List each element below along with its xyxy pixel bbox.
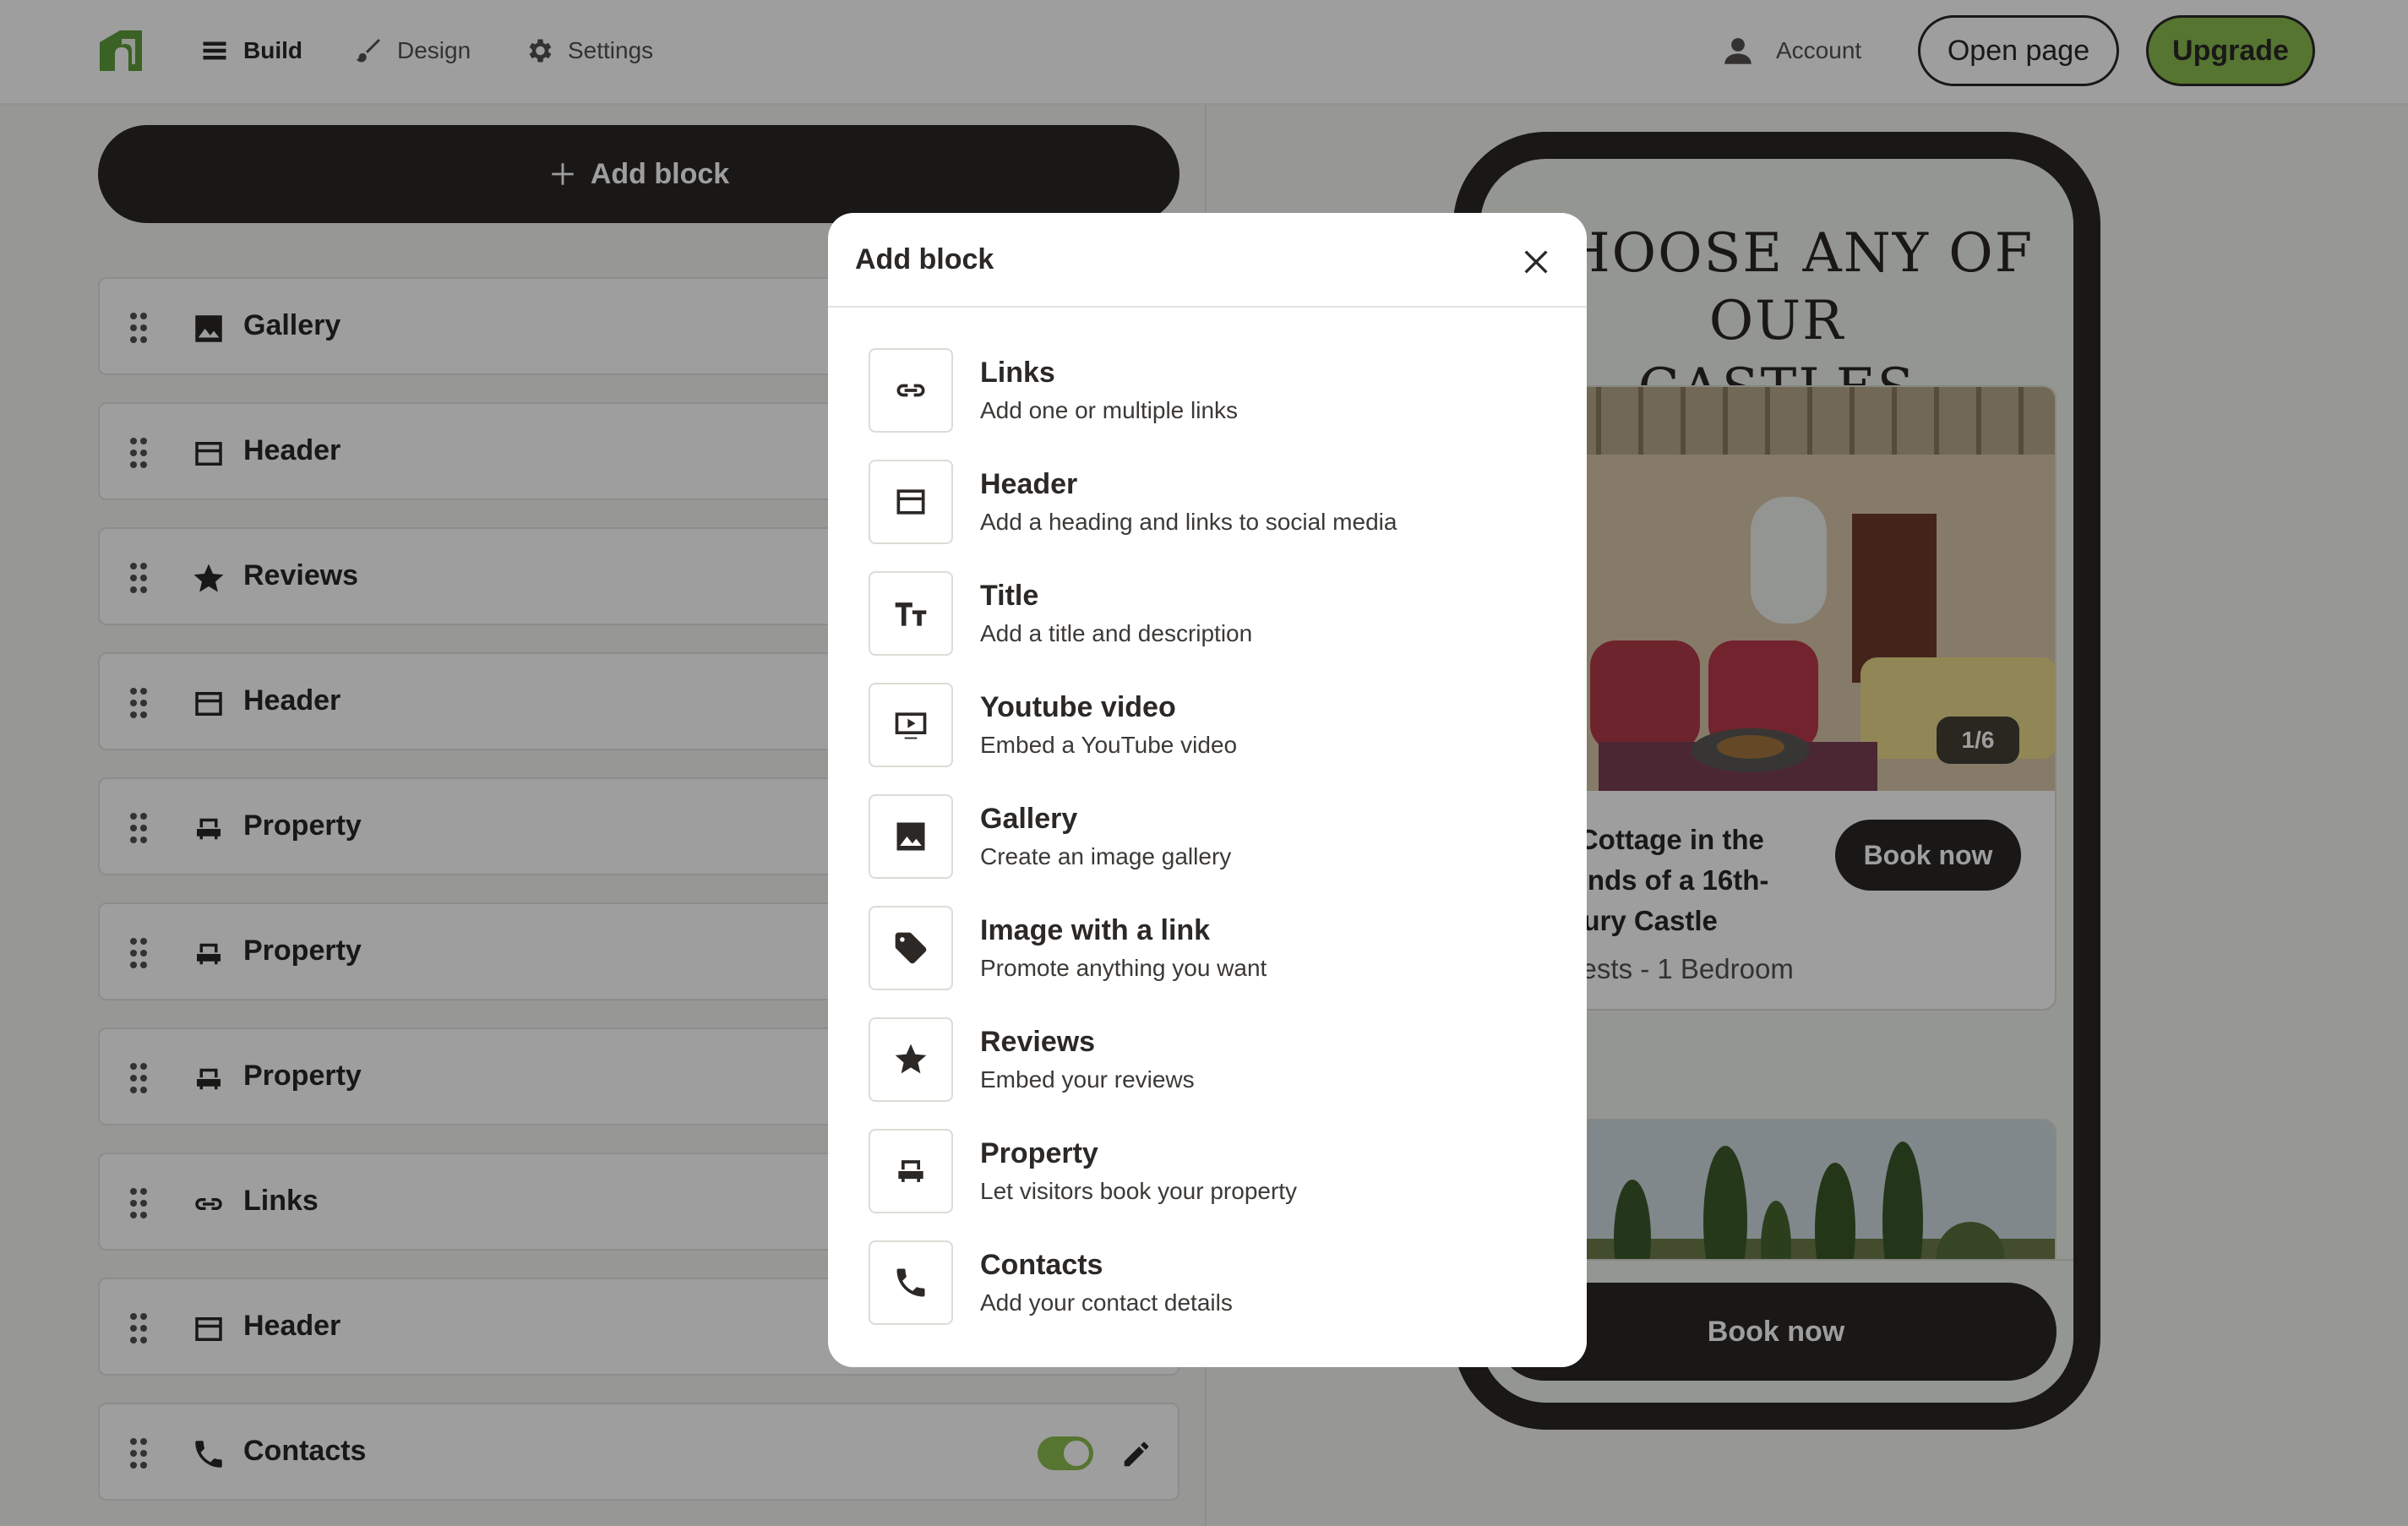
option-description: Add one or multiple links xyxy=(980,397,1239,423)
option-icon-box xyxy=(869,1240,953,1325)
option-description: Add a title and description xyxy=(980,620,1253,646)
option-icon-box xyxy=(869,348,953,433)
close-icon[interactable] xyxy=(1519,245,1553,279)
block-option-property[interactable]: Property Let visitors book your property xyxy=(869,1129,1544,1217)
block-option-title[interactable]: Title Add a title and description xyxy=(869,571,1544,659)
bed-icon xyxy=(898,1160,923,1182)
block-option-links[interactable]: Links Add one or multiple links xyxy=(869,348,1544,436)
image-icon xyxy=(896,822,925,851)
option-description: Add your contact details xyxy=(980,1289,1233,1316)
option-icon-box xyxy=(869,460,953,544)
option-title: Reviews xyxy=(980,1026,1096,1058)
option-icon-box xyxy=(869,571,953,656)
header-icon xyxy=(896,489,925,515)
option-title: Links xyxy=(980,357,1055,389)
block-option-contacts[interactable]: Contacts Add your contact details xyxy=(869,1240,1544,1328)
block-option-reviews[interactable]: Reviews Embed your reviews xyxy=(869,1017,1544,1105)
option-title: Youtube video xyxy=(980,691,1176,723)
text-title-icon xyxy=(895,602,927,626)
phone-icon xyxy=(896,1268,925,1297)
block-option-gallery[interactable]: Gallery Create an image gallery xyxy=(869,794,1544,882)
option-description: Create an image gallery xyxy=(980,843,1232,869)
option-icon-box xyxy=(869,1017,953,1102)
option-description: Add a heading and links to social media xyxy=(980,509,1397,535)
option-icon-box xyxy=(869,906,953,990)
add-block-dialog: Add block Links Add one or multiple link… xyxy=(828,213,1587,1367)
option-description: Promote anything you want xyxy=(980,955,1267,981)
option-title: Property xyxy=(980,1137,1098,1169)
star-icon xyxy=(895,1044,927,1074)
dialog-title: Add block xyxy=(855,243,994,275)
option-description: Let visitors book your property xyxy=(980,1178,1298,1204)
option-title: Gallery xyxy=(980,803,1078,835)
tag-icon xyxy=(895,932,927,964)
option-icon-box xyxy=(869,683,953,767)
block-option-image-with-link[interactable]: Image with a link Promote anything you w… xyxy=(869,906,1544,994)
link-icon xyxy=(896,384,925,397)
option-icon-box xyxy=(869,794,953,879)
block-option-header[interactable]: Header Add a heading and links to social… xyxy=(869,460,1544,548)
block-option-youtube-video[interactable]: Youtube video Embed a YouTube video xyxy=(869,683,1544,771)
option-title: Title xyxy=(980,580,1039,612)
option-description: Embed your reviews xyxy=(980,1066,1195,1093)
video-icon xyxy=(895,712,927,739)
option-description: Embed a YouTube video xyxy=(980,732,1238,758)
option-icon-box xyxy=(869,1129,953,1213)
option-title: Image with a link xyxy=(980,914,1211,946)
dialog-header: Add block xyxy=(828,213,1587,308)
option-title: Header xyxy=(980,468,1078,500)
option-title: Contacts xyxy=(980,1249,1103,1281)
